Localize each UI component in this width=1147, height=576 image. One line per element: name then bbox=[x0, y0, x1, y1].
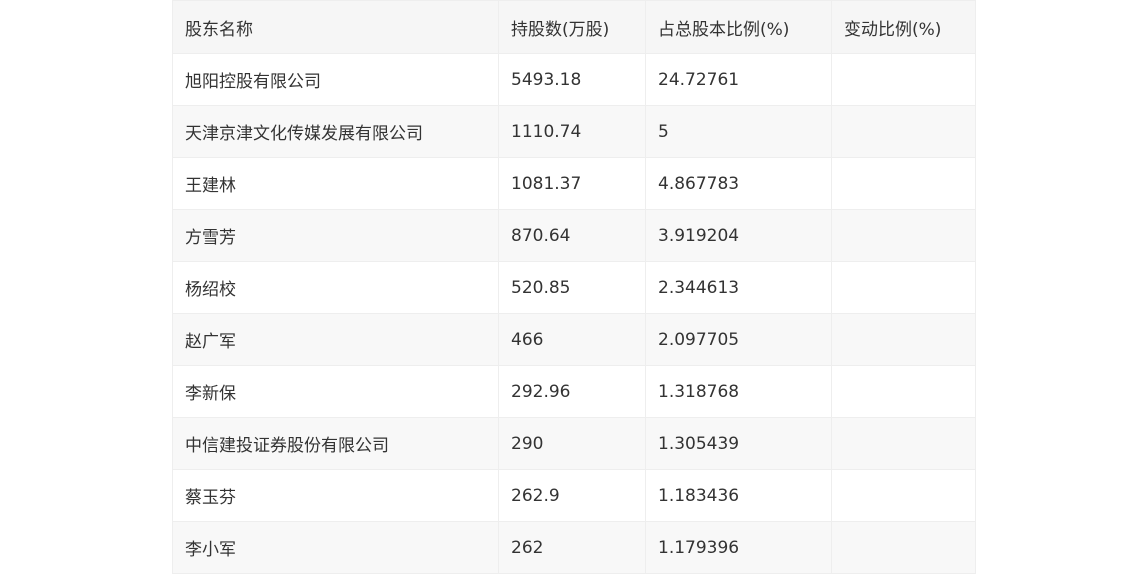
cell-shareholder-name: 李新保 bbox=[172, 365, 499, 418]
header-shares-held: 持股数(万股) bbox=[498, 0, 646, 54]
table-row: 蔡玉芬 262.9 1.183436 bbox=[172, 469, 976, 522]
cell-share-ratio: 1.318768 bbox=[645, 365, 832, 418]
cell-share-ratio: 4.867783 bbox=[645, 157, 832, 210]
table-row: 天津京津文化传媒发展有限公司 1110.74 5 bbox=[172, 105, 976, 158]
cell-change-ratio bbox=[831, 53, 976, 106]
cell-shareholder-name: 赵广军 bbox=[172, 313, 499, 366]
table-row: 李小军 262 1.179396 bbox=[172, 521, 976, 574]
table-row: 王建林 1081.37 4.867783 bbox=[172, 157, 976, 210]
table-row: 方雪芳 870.64 3.919204 bbox=[172, 209, 976, 262]
cell-shares-held: 520.85 bbox=[498, 261, 646, 314]
cell-change-ratio bbox=[831, 521, 976, 574]
cell-shareholder-name: 旭阳控股有限公司 bbox=[172, 53, 499, 106]
cell-shares-held: 466 bbox=[498, 313, 646, 366]
cell-change-ratio bbox=[831, 313, 976, 366]
cell-share-ratio: 2.344613 bbox=[645, 261, 832, 314]
cell-share-ratio: 2.097705 bbox=[645, 313, 832, 366]
cell-change-ratio bbox=[831, 209, 976, 262]
cell-change-ratio bbox=[831, 469, 976, 522]
cell-share-ratio: 24.72761 bbox=[645, 53, 832, 106]
cell-shares-held: 290 bbox=[498, 417, 646, 470]
cell-shareholder-name: 方雪芳 bbox=[172, 209, 499, 262]
cell-change-ratio bbox=[831, 261, 976, 314]
cell-share-ratio: 1.179396 bbox=[645, 521, 832, 574]
table-row: 李新保 292.96 1.318768 bbox=[172, 365, 976, 418]
cell-change-ratio bbox=[831, 157, 976, 210]
table-header-row: 股东名称 持股数(万股) 占总股本比例(%) 变动比例(%) bbox=[172, 0, 976, 54]
table-row: 赵广军 466 2.097705 bbox=[172, 313, 976, 366]
cell-share-ratio: 1.183436 bbox=[645, 469, 832, 522]
header-shareholder-name: 股东名称 bbox=[172, 0, 499, 54]
table-row: 旭阳控股有限公司 5493.18 24.72761 bbox=[172, 53, 976, 106]
cell-shares-held: 262 bbox=[498, 521, 646, 574]
cell-shares-held: 262.9 bbox=[498, 469, 646, 522]
cell-share-ratio: 1.305439 bbox=[645, 417, 832, 470]
table-row: 中信建投证券股份有限公司 290 1.305439 bbox=[172, 417, 976, 470]
header-change-ratio: 变动比例(%) bbox=[831, 0, 976, 54]
table-row: 杨绍校 520.85 2.344613 bbox=[172, 261, 976, 314]
cell-change-ratio bbox=[831, 417, 976, 470]
cell-shareholder-name: 王建林 bbox=[172, 157, 499, 210]
shareholder-table: 股东名称 持股数(万股) 占总股本比例(%) 变动比例(%) 旭阳控股有限公司 … bbox=[172, 0, 976, 574]
cell-shares-held: 292.96 bbox=[498, 365, 646, 418]
cell-shares-held: 1110.74 bbox=[498, 105, 646, 158]
shareholder-table-container: 股东名称 持股数(万股) 占总股本比例(%) 变动比例(%) 旭阳控股有限公司 … bbox=[172, 0, 976, 574]
cell-shareholder-name: 李小军 bbox=[172, 521, 499, 574]
cell-change-ratio bbox=[831, 365, 976, 418]
cell-shareholder-name: 天津京津文化传媒发展有限公司 bbox=[172, 105, 499, 158]
header-share-ratio: 占总股本比例(%) bbox=[645, 0, 832, 54]
cell-share-ratio: 3.919204 bbox=[645, 209, 832, 262]
cell-shareholder-name: 蔡玉芬 bbox=[172, 469, 499, 522]
cell-shares-held: 5493.18 bbox=[498, 53, 646, 106]
cell-shares-held: 1081.37 bbox=[498, 157, 646, 210]
cell-change-ratio bbox=[831, 105, 976, 158]
cell-shareholder-name: 杨绍校 bbox=[172, 261, 499, 314]
cell-shareholder-name: 中信建投证券股份有限公司 bbox=[172, 417, 499, 470]
cell-shares-held: 870.64 bbox=[498, 209, 646, 262]
cell-share-ratio: 5 bbox=[645, 105, 832, 158]
